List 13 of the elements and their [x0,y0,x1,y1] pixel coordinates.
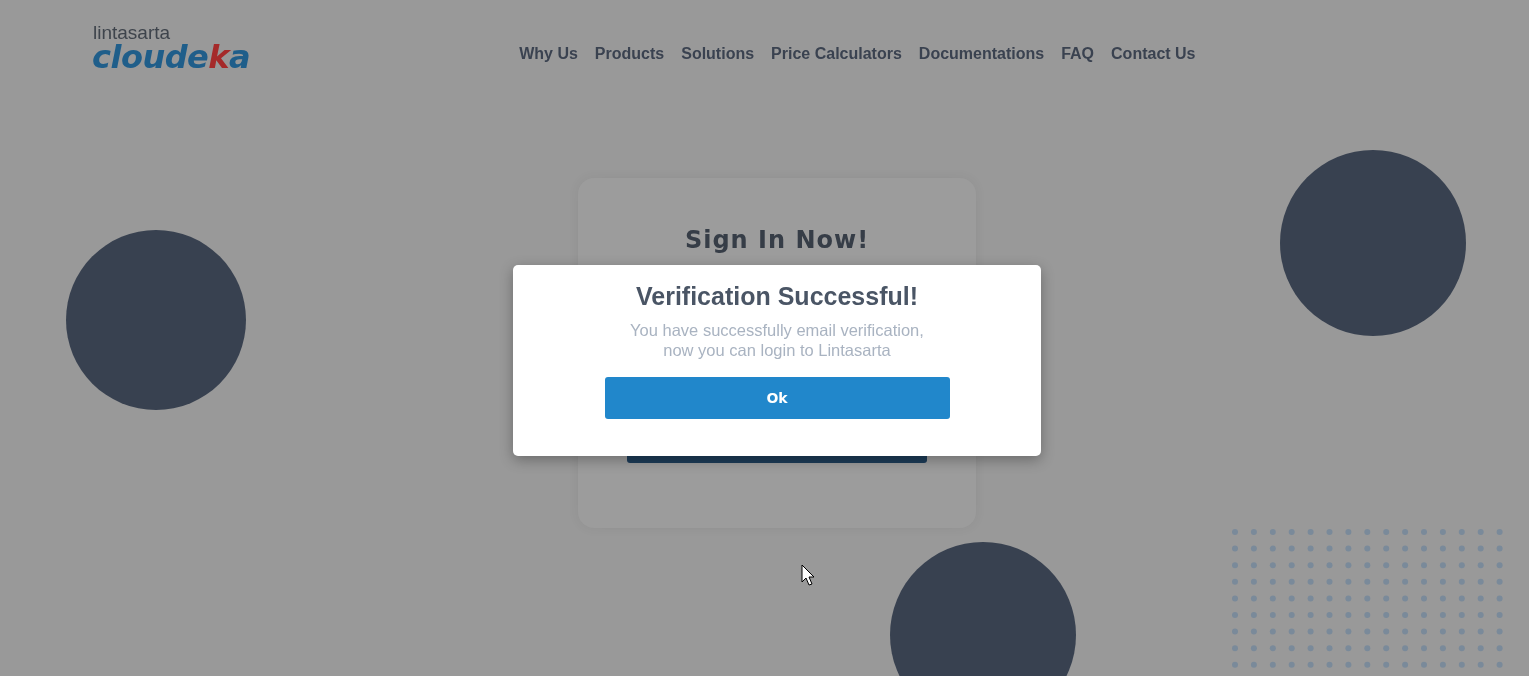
logo[interactable]: lintasarta cloudeka [92,23,251,73]
nav-link[interactable]: Why Us [519,45,578,63]
cursor-icon [801,564,815,586]
nav-link[interactable]: Documentations [918,45,1045,63]
nav-link[interactable]: FAQ [1061,45,1095,63]
ok-button[interactable]: Ok [604,377,950,419]
card-title: Sign In Now! [684,226,870,254]
nav-link[interactable]: Solutions [681,45,755,63]
nav-link[interactable]: Price Calculators [771,45,902,63]
nav-link[interactable]: Contact Us [1111,45,1196,63]
dialog-message: You have successfully email verification, now you can login to Lintasarta [630,320,924,360]
nav-link[interactable]: Products [594,45,665,63]
dialog-title: Verification Successful! [635,282,918,311]
